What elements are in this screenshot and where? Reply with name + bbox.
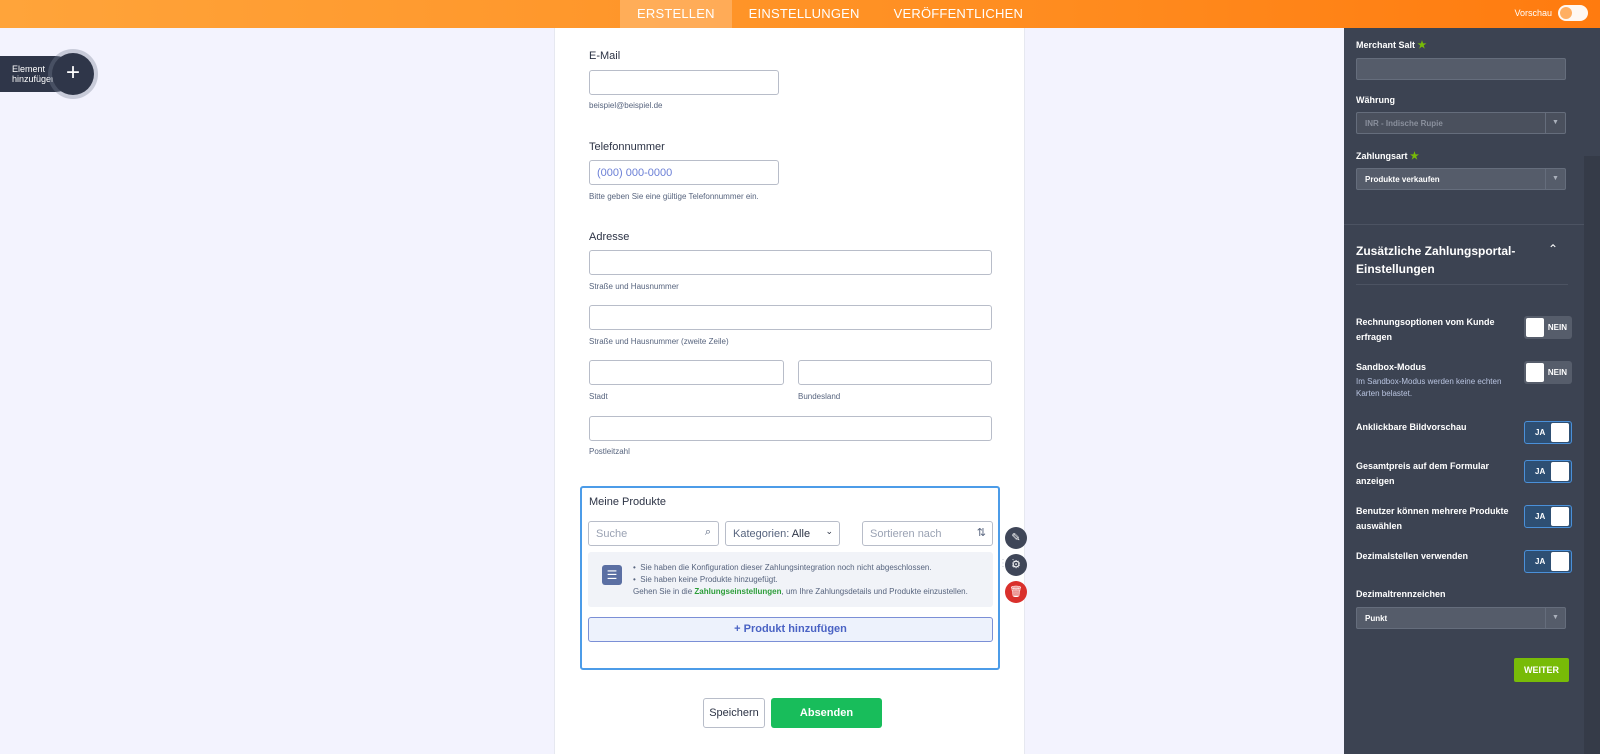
plus-icon[interactable]: + bbox=[52, 53, 94, 95]
save-button[interactable]: Speichern bbox=[703, 698, 765, 728]
divider bbox=[1344, 224, 1584, 225]
decimals-toggle[interactable]: JA bbox=[1524, 550, 1572, 573]
sandbox-desc: Im Sandbox-Modus werden keine echten Kar… bbox=[1356, 377, 1502, 398]
currency-label: Währung bbox=[1356, 95, 1395, 105]
address-label: Adresse bbox=[589, 231, 630, 243]
sort-select[interactable]: Sortieren nach ⇅ bbox=[862, 521, 993, 546]
toggle-knob bbox=[1560, 7, 1572, 19]
products-widget[interactable]: Meine Produkte Suche ⌕ Kategorien: Alle … bbox=[580, 486, 1000, 670]
tab-veroeffentlichen[interactable]: VERÖFFENTLICHEN bbox=[877, 0, 1040, 28]
phone-label: Telefonnummer bbox=[589, 141, 665, 153]
email-label: E-Mail bbox=[589, 50, 621, 62]
submit-button[interactable]: Absenden bbox=[771, 698, 882, 728]
total-price-label: Gesamtpreis auf dem Formular anzeigen bbox=[1356, 461, 1490, 486]
notice-line-3: Gehen Sie in die Zahlungseinstellungen, … bbox=[633, 587, 968, 596]
payment-type-value: Produkte verkaufen bbox=[1365, 175, 1440, 184]
search-icon: ⌕ bbox=[704, 526, 711, 538]
config-notice: ☰ • Sie haben die Konfiguration dieser Z… bbox=[588, 552, 993, 607]
street2-field[interactable] bbox=[589, 305, 992, 330]
next-button[interactable]: WEITER bbox=[1514, 658, 1569, 682]
chevron-up-icon[interactable]: ⌃ bbox=[1548, 242, 1558, 256]
category-value: Alle bbox=[791, 528, 811, 540]
section-title: Zusätzliche Zahlungsportal-Einstellungen bbox=[1356, 244, 1516, 276]
email-sublabel: beispiel@beispiel.de bbox=[589, 101, 663, 110]
preview-toggle[interactable] bbox=[1558, 5, 1588, 21]
phone-sublabel: Bitte geben Sie eine gültige Telefonnumm… bbox=[589, 192, 759, 201]
chevron-down-icon: ▼ bbox=[1545, 608, 1565, 628]
zip-sublabel: Postleitzahl bbox=[589, 447, 630, 456]
trash-icon[interactable]: 🗑 bbox=[1005, 581, 1027, 603]
street2-sublabel: Straße und Hausnummer (zweite Zeile) bbox=[589, 337, 729, 346]
drag-handle-icon[interactable]: ⋮⋮ bbox=[998, 558, 1018, 569]
sort-placeholder: Sortieren nach bbox=[870, 528, 942, 540]
image-preview-toggle[interactable]: JA bbox=[1524, 421, 1572, 444]
notice-line-1: • Sie haben die Konfiguration dieser Zah… bbox=[633, 563, 932, 572]
top-bar: ERSTELLEN EINSTELLUNGEN VERÖFFENTLICHEN … bbox=[0, 0, 1600, 28]
payment-type-select[interactable]: Produkte verkaufen ▼ bbox=[1356, 168, 1566, 190]
currency-select[interactable]: INR - Indische Rupie ▼ bbox=[1356, 112, 1566, 134]
preview-label: Vorschau bbox=[1514, 8, 1552, 18]
add-product-button[interactable]: + Produkt hinzufügen bbox=[588, 617, 993, 642]
city-field[interactable] bbox=[589, 360, 784, 385]
tab-einstellungen[interactable]: EINSTELLUNGEN bbox=[732, 0, 877, 28]
chevron-down-icon: ▼ bbox=[1545, 169, 1565, 189]
multi-product-label: Benutzer können mehrere Produkte auswähl… bbox=[1356, 506, 1509, 531]
form-card: E-Mail beispiel@beispiel.de Telefonnumme… bbox=[554, 28, 1027, 754]
total-price-toggle[interactable]: JA bbox=[1524, 460, 1572, 483]
decimal-sep-select[interactable]: Punkt ▼ bbox=[1356, 607, 1566, 629]
street1-field[interactable] bbox=[589, 250, 992, 275]
wand-icon[interactable]: ✎ bbox=[1005, 527, 1027, 549]
phone-field[interactable]: (000) 000-0000 bbox=[589, 160, 779, 185]
state-field[interactable] bbox=[798, 360, 992, 385]
notice-text: • Sie haben die Konfiguration dieser Zah… bbox=[633, 562, 968, 598]
zip-field[interactable] bbox=[589, 416, 992, 441]
settings-panel: Merchant Salt ★ Währung INR - Indische R… bbox=[1344, 28, 1600, 754]
product-search-input[interactable]: Suche ⌕ bbox=[588, 521, 719, 546]
main-tabs: ERSTELLEN EINSTELLUNGEN VERÖFFENTLICHEN bbox=[620, 0, 1040, 28]
currency-value: INR - Indische Rupie bbox=[1365, 119, 1443, 128]
category-label: Kategorien: bbox=[733, 528, 790, 540]
decimal-sep-label: Dezimaltrennzeichen bbox=[1356, 589, 1446, 599]
search-placeholder: Suche bbox=[596, 528, 628, 540]
payment-type-label: Zahlungsart ★ bbox=[1356, 151, 1419, 162]
state-sublabel: Bundesland bbox=[798, 392, 841, 401]
decimal-sep-value: Punkt bbox=[1365, 614, 1388, 623]
multi-product-toggle[interactable]: JA bbox=[1524, 505, 1572, 528]
panel-scrollbar[interactable] bbox=[1584, 156, 1600, 754]
street1-sublabel: Straße und Hausnummer bbox=[589, 282, 679, 291]
chevron-down-icon: ▼ bbox=[1545, 113, 1565, 133]
category-select[interactable]: Kategorien: Alle ⌄ bbox=[725, 521, 840, 546]
merchant-salt-label: Merchant Salt ★ bbox=[1356, 40, 1427, 51]
products-label: Meine Produkte bbox=[589, 496, 667, 508]
divider bbox=[1356, 284, 1568, 285]
image-preview-label: Anklickbare Bildvorschau bbox=[1356, 422, 1467, 432]
chevron-down-icon: ⌄ bbox=[825, 526, 833, 536]
merchant-salt-input[interactable] bbox=[1356, 58, 1566, 80]
notice-line-2: • Sie haben keine Produkte hinzugefügt. bbox=[633, 575, 778, 584]
preview-switch[interactable]: Vorschau bbox=[1514, 5, 1588, 21]
billing-options-toggle[interactable]: NEIN bbox=[1524, 316, 1572, 339]
sandbox-label: Sandbox-Modus bbox=[1356, 362, 1426, 372]
payment-settings-link[interactable]: Zahlungseinstellungen bbox=[694, 587, 781, 596]
email-field[interactable] bbox=[589, 70, 779, 95]
sandbox-toggle[interactable]: NEIN bbox=[1524, 361, 1572, 384]
phone-placeholder: (000) 000-0000 bbox=[597, 167, 673, 179]
sort-icon: ⇅ bbox=[976, 527, 986, 539]
decimals-label: Dezimalstellen verwenden bbox=[1356, 551, 1469, 561]
tab-erstellen[interactable]: ERSTELLEN bbox=[620, 0, 732, 28]
checklist-icon: ☰ bbox=[602, 565, 622, 585]
billing-options-label: Rechnungsoptionen vom Kunde erfragen bbox=[1356, 317, 1495, 342]
city-sublabel: Stadt bbox=[589, 392, 608, 401]
